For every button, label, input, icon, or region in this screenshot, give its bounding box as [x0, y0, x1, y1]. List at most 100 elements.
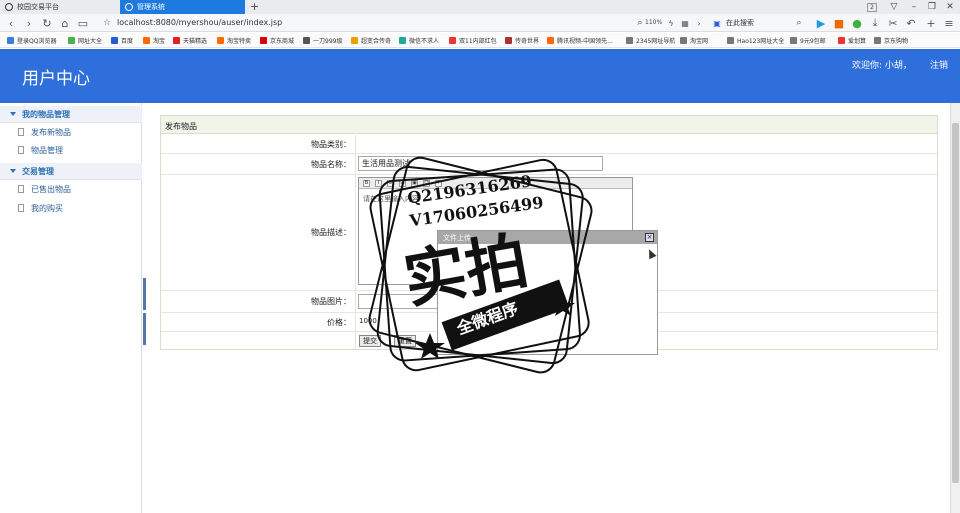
- browser-tab-campus[interactable]: 校园交易平台: [0, 0, 120, 14]
- add-icon[interactable]: +: [924, 16, 938, 30]
- sidebar-item-label: 物品管理: [31, 145, 63, 155]
- maximize-icon[interactable]: ❐: [924, 0, 940, 14]
- sidebar-resize-handle[interactable]: [143, 278, 146, 310]
- sidebar-item-purchases[interactable]: 我的购买: [0, 199, 142, 217]
- zoom-level[interactable]: 110%: [645, 19, 662, 26]
- bookmark-label: 京东购物: [884, 38, 909, 45]
- bookmark-label: 登录QQ浏览器: [17, 38, 57, 45]
- search-input[interactable]: 在此搜索: [726, 18, 754, 28]
- close-icon[interactable]: ✕: [942, 0, 958, 14]
- video-icon[interactable]: ■: [832, 16, 846, 30]
- name-input[interactable]: 生活用品测试: [358, 156, 603, 171]
- price-value[interactable]: 1000: [359, 317, 377, 325]
- list-icon[interactable]: ☰: [399, 179, 406, 187]
- bookmark-icon: [874, 37, 881, 44]
- sidebar-group-items[interactable]: 我的物品管理: [0, 106, 142, 123]
- reset-button[interactable]: 重置: [394, 335, 416, 347]
- bookmark-item[interactable]: 淘宝特卖: [217, 36, 251, 45]
- editor-body[interactable]: 请在这里输入内容: [359, 189, 632, 209]
- dialog-close-button[interactable]: ×: [645, 233, 654, 242]
- bookmark-item[interactable]: 一刀999级: [303, 36, 342, 45]
- bookmark-item[interactable]: 京东购物: [874, 36, 908, 45]
- bookmark-item[interactable]: 超变合传奇: [351, 36, 391, 45]
- bookmark-item[interactable]: Hao123网址大全: [727, 36, 784, 45]
- bookmark-item[interactable]: 百度: [111, 36, 133, 45]
- chat-icon[interactable]: ●: [850, 16, 864, 30]
- sidebar-group-label: 我的物品管理: [22, 109, 70, 119]
- document-icon: [18, 128, 24, 136]
- cut-icon[interactable]: ✂: [886, 16, 900, 30]
- bookmark-label: 一刀999级: [313, 38, 343, 45]
- submit-button[interactable]: 提交: [359, 335, 381, 347]
- sidebar-group-trade[interactable]: 交易管理: [0, 163, 142, 180]
- lightning-icon[interactable]: ϟ: [664, 16, 678, 30]
- undo-icon[interactable]: ↶: [904, 16, 918, 30]
- bold-icon[interactable]: B: [363, 179, 370, 187]
- image-icon[interactable]: ▣: [411, 179, 418, 187]
- bookmark-label: 天猫精选: [183, 38, 208, 45]
- actions-label-cell: [161, 332, 356, 349]
- bookmark-item[interactable]: 天猫精选: [173, 36, 207, 45]
- home-icon[interactable]: ⌂: [58, 16, 72, 30]
- bookmark-item[interactable]: 京东商城: [260, 36, 294, 45]
- browser-tab-admin[interactable]: 管理系统: [120, 0, 245, 14]
- bookmark-icon: [351, 37, 358, 44]
- document-icon: [18, 185, 24, 193]
- new-tab-button[interactable]: +: [250, 0, 259, 14]
- emoji-icon[interactable]: ☺: [423, 179, 430, 187]
- logout-link[interactable]: 注销: [930, 58, 948, 71]
- sidebar-item-publish[interactable]: 发布新物品: [0, 123, 142, 141]
- scrollbar-thumb[interactable]: [952, 123, 959, 483]
- sidebar-item-sold[interactable]: 已售出物品: [0, 180, 142, 198]
- bookmark-label: 微信不求人: [409, 38, 440, 45]
- bookmark-item[interactable]: 2345网址导航: [626, 36, 675, 45]
- search-icon[interactable]: ⌕: [792, 16, 806, 30]
- bookmark-star-icon[interactable]: ☆: [100, 16, 114, 30]
- bookmark-item[interactable]: 传奇世界: [505, 36, 539, 45]
- globe-icon: [125, 3, 133, 11]
- skin-icon[interactable]: ▽: [886, 0, 902, 14]
- bookmark-item[interactable]: 腾讯视频-中国领先...: [547, 36, 613, 45]
- document-icon: [18, 146, 24, 154]
- minimize-icon[interactable]: –: [906, 0, 922, 14]
- image-path-input[interactable]: [358, 294, 438, 309]
- bookmark-label: 淘宝特卖: [227, 38, 252, 45]
- bookmark-item[interactable]: 网址大全: [68, 36, 102, 45]
- form-title: 发布物品: [161, 116, 937, 134]
- bookmark-item[interactable]: 微信不求人: [399, 36, 439, 45]
- bookmark-item[interactable]: 淘宝网: [680, 36, 708, 45]
- menu-icon[interactable]: ≡: [942, 16, 956, 30]
- sidebar-resize-handle[interactable]: [143, 313, 146, 345]
- bookmark-icon: [838, 37, 845, 44]
- help-icon[interactable]: ?: [435, 179, 442, 187]
- document-icon: [18, 204, 24, 212]
- bookmark-item[interactable]: 双11内部红包: [449, 36, 497, 45]
- bookmark-icon: [399, 37, 406, 44]
- image-label: 物品图片：: [161, 291, 356, 312]
- address-bar[interactable]: localhost:8080/myershou/auser/index.jsp: [117, 18, 282, 27]
- bookmark-item[interactable]: 淘宝: [143, 36, 165, 45]
- italic-icon[interactable]: I: [375, 179, 382, 187]
- window-count-badge[interactable]: 2: [864, 0, 880, 14]
- play-icon[interactable]: ▶: [814, 16, 828, 30]
- align-icon[interactable]: ≡: [387, 179, 394, 187]
- refresh-icon[interactable]: ↻: [40, 16, 54, 30]
- back-icon[interactable]: ‹: [4, 16, 18, 30]
- search-engine-icon[interactable]: ▣: [710, 16, 724, 30]
- bookmark-item[interactable]: 爱划算: [838, 36, 866, 45]
- caret-down-icon: [10, 112, 16, 116]
- download-icon[interactable]: ⤓: [868, 16, 882, 30]
- welcome-text: 欢迎你: 小胡，: [852, 61, 912, 71]
- page-title: 用户中心: [22, 69, 90, 89]
- bookmark-item[interactable]: 9元9包邮: [790, 36, 826, 45]
- bookmark-item[interactable]: 登录QQ浏览器: [7, 36, 56, 45]
- page-scrollbar[interactable]: [950, 103, 960, 513]
- chevron-right-icon[interactable]: ›: [692, 16, 706, 30]
- forward-icon[interactable]: ›: [22, 16, 36, 30]
- reader-icon[interactable]: ▭: [76, 16, 90, 30]
- bookmark-label: 超变合传奇: [361, 38, 392, 45]
- bookmarks-bar: 登录QQ浏览器 网址大全 百度 淘宝 天猫精选 淘宝特卖 京东商城 一刀999级 超变合传奇 微信…: [0, 33, 960, 48]
- grid-icon[interactable]: ▦: [678, 16, 692, 30]
- bookmark-icon: [143, 37, 150, 44]
- sidebar-item-manage[interactable]: 物品管理: [0, 141, 142, 159]
